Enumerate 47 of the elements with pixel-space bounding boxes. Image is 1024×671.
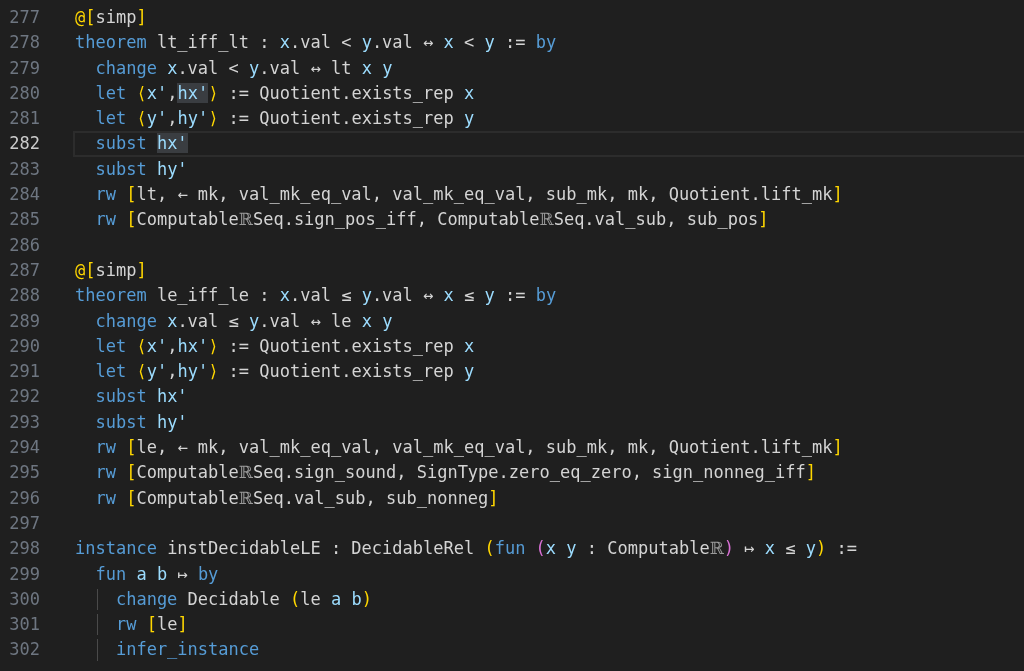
- line-number: 284: [8, 183, 40, 207]
- line-number: 279: [8, 56, 40, 80]
- line-number: 289: [8, 309, 40, 333]
- line-number: 280: [8, 81, 40, 105]
- code-line: let ⟨y',hy'⟩ := Quotient.exists_rep y: [94, 360, 476, 384]
- line-number: 293: [8, 410, 40, 434]
- line-number: 281: [8, 107, 40, 131]
- code-line: theorem lt_iff_lt : x.val < y.val ↔ x < y := by: [74, 31, 558, 55]
- code-line: change x.val ≤ y.val ↔ le x y: [94, 309, 394, 333]
- line-number: 283: [8, 157, 40, 181]
- line-number: 298: [8, 537, 40, 561]
- code-line: @[simp]: [74, 6, 148, 29]
- line-number: 301: [8, 613, 40, 637]
- code-line: subst hy': [94, 410, 189, 434]
- line-number: 287: [8, 258, 40, 282]
- code-line: rw [ComputableℝSeq.sign_pos_iff, ComputableℝSeq.val_sub, sub_pos]: [94, 208, 770, 232]
- line-number: 278: [8, 31, 40, 55]
- code-line: subst hx': [94, 385, 189, 409]
- line-number: 296: [8, 486, 40, 510]
- line-number: 285: [8, 208, 40, 232]
- line-number: 299: [8, 562, 40, 586]
- code-line: rw [ComputableℝSeq.val_sub, sub_nonneg]: [94, 486, 500, 510]
- code-line: subst hx': [73, 131, 1024, 157]
- code-line: fun a b ↦ by: [94, 562, 220, 586]
- code-line: theorem le_iff_le : x.val ≤ y.val ↔ x ≤ y := by: [74, 284, 558, 308]
- code-line: change x.val < y.val ↔ lt x y: [94, 56, 394, 80]
- code-line: subst hy': [94, 157, 189, 181]
- line-number: 282: [8, 132, 40, 156]
- line-number: 295: [8, 461, 40, 485]
- code-line: instance instDecidableLE : DecidableRel (fun (x y : Computableℝ) ↦ x ≤ y) :=: [74, 537, 858, 561]
- code-line: rw [lt, ← mk, val_mk_eq_val, val_mk_eq_val, sub_mk, mk, Quotient.lift_mk]: [94, 183, 844, 207]
- code-line: let ⟨x',hx'⟩ := Quotient.exists_rep x: [94, 334, 476, 358]
- code-line: @[simp]: [74, 258, 148, 282]
- line-number: 297: [8, 511, 40, 535]
- line-number: 277: [8, 6, 40, 29]
- line-number: 288: [8, 284, 40, 308]
- line-number: 291: [8, 360, 40, 384]
- code-line: let ⟨y',hy'⟩ := Quotient.exists_rep y: [94, 107, 476, 131]
- line-number: 294: [8, 436, 40, 460]
- code-line: let ⟨x',hx'⟩ := Quotient.exists_rep x: [94, 81, 476, 105]
- line-number: 300: [8, 587, 40, 611]
- line-number: 286: [8, 233, 40, 257]
- line-number: 290: [8, 334, 40, 358]
- line-number: 292: [8, 385, 40, 409]
- code-line: rw [le, ← mk, val_mk_eq_val, val_mk_eq_val, sub_mk, mk, Quotient.lift_mk]: [94, 436, 844, 460]
- line-number: 302: [8, 638, 40, 662]
- code-line: rw [ComputableℝSeq.sign_sound, SignType.zero_eq_zero, sign_nonneg_iff]: [94, 461, 817, 485]
